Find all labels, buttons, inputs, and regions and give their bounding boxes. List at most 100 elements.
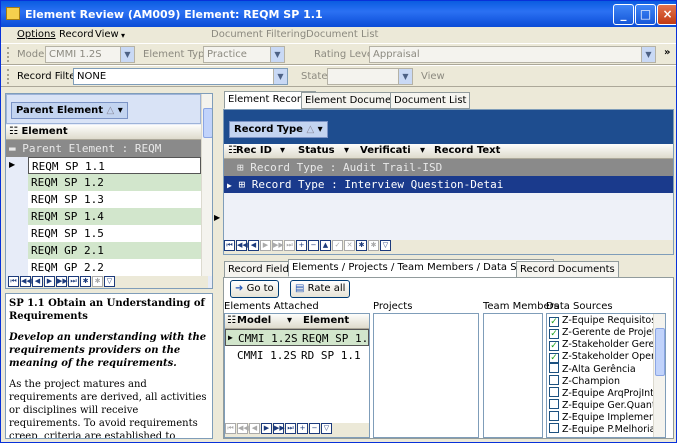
group-chip-record-type[interactable]: Record Type △ ▾ [229, 121, 328, 138]
add-icon[interactable]: + [297, 423, 308, 434]
view-label[interactable]: View [421, 71, 445, 82]
first-record-icon[interactable]: ⏮ [8, 276, 19, 287]
last-record-icon[interactable]: ⏭ [285, 423, 296, 434]
vertical-splitter[interactable]: ▶ [214, 93, 221, 439]
prev-page-icon[interactable]: ◀◀ [20, 276, 32, 287]
minimize-button[interactable]: _ [613, 4, 634, 25]
checkbox-icon[interactable] [549, 387, 559, 397]
tab-elements-projects[interactable]: Elements / Projects / Team Members / Dat… [288, 259, 554, 277]
edit-icon[interactable]: ▲ [320, 240, 331, 251]
filter-icon[interactable]: ▽ [380, 240, 391, 251]
element-row[interactable]: REQM SP 1.3 [28, 191, 201, 208]
element-type-select[interactable]: Practice ▼ [203, 46, 285, 63]
checkbox-checked-icon[interactable]: ✓ [549, 317, 559, 327]
asterisk-icon[interactable]: ✱ [368, 240, 379, 251]
left-grid-scrollbar[interactable] [201, 94, 212, 276]
tab-record-documents[interactable]: Record Documents [516, 261, 619, 278]
cancel-icon[interactable]: ✕ [344, 240, 355, 251]
checkbox-icon[interactable] [549, 399, 559, 409]
overflow-chevron-icon[interactable]: » [664, 47, 670, 58]
last-record-icon[interactable]: ⏭ [284, 240, 295, 251]
attached-row[interactable]: ▶ CMMI 1.2S REQM SP 1. [225, 329, 369, 346]
data-source-item[interactable]: ✓ Z-Stakeholder Gerenc [549, 339, 665, 351]
col-element[interactable]: Element [303, 315, 349, 326]
element-column-header[interactable]: ☷ Element [6, 125, 201, 140]
data-source-item[interactable]: Z-Equipe Ger.Quantita [549, 399, 665, 411]
prev-page-icon[interactable]: ◀◀ [236, 240, 248, 251]
prev-page-icon[interactable]: ◀◀ [237, 423, 249, 434]
next-page-icon[interactable]: ▶▶ [56, 276, 68, 287]
asterisk-icon[interactable]: ✱ [80, 276, 91, 287]
next-record-icon[interactable]: ▶ [261, 423, 272, 434]
next-page-icon[interactable]: ▶▶ [273, 423, 285, 434]
checkbox-icon[interactable] [549, 375, 559, 385]
col-verification[interactable]: Verificati [360, 145, 411, 156]
data-source-item[interactable]: ✓ Z-Equipe Requisitos [549, 315, 656, 327]
menu-view[interactable]: View [95, 29, 119, 40]
attached-row[interactable]: CMMI 1.2S RD SP 1.1 [225, 347, 369, 364]
document-list-menu[interactable]: Document List [306, 29, 378, 40]
prev-record-icon[interactable]: ◀ [249, 423, 260, 434]
prev-record-icon[interactable]: ◀ [32, 276, 43, 287]
record-group-row-selected[interactable]: ▶ ⊞ Record Type : Interview Question-Det… [224, 176, 673, 193]
element-row[interactable]: REQM SP 1.1 [28, 157, 201, 174]
checkbox-icon[interactable] [549, 411, 559, 421]
filter-icon[interactable]: ▽ [104, 276, 115, 287]
element-row[interactable]: REQM SP 1.4 [28, 208, 201, 225]
first-record-icon[interactable]: ⏮ [224, 240, 235, 251]
first-record-icon[interactable]: ⏮ [225, 423, 236, 434]
model-select[interactable]: CMMI 1.2S ▼ [45, 46, 135, 63]
tab-record-fields[interactable]: Record Fields [224, 261, 299, 278]
data-source-item[interactable]: Z-Equipe Implementac [549, 411, 665, 423]
goto-button[interactable]: ➜ Go to [230, 280, 279, 298]
data-source-item[interactable]: ✓ Z-Stakeholder Operac [549, 351, 665, 363]
col-status[interactable]: Status [298, 145, 335, 156]
record-filter-select[interactable]: NONE ▼ [73, 68, 288, 85]
scroll-thumb[interactable] [655, 328, 665, 376]
close-button[interactable]: × [657, 4, 676, 25]
rate-all-button[interactable]: ▤ Rate all [290, 280, 351, 298]
delete-icon[interactable]: − [308, 240, 319, 251]
next-record-icon[interactable]: ▶ [44, 276, 55, 287]
projects-list[interactable] [373, 313, 479, 438]
team-members-list[interactable] [483, 313, 543, 438]
delete-icon[interactable]: − [309, 423, 320, 434]
checkbox-checked-icon[interactable]: ✓ [549, 329, 559, 339]
menu-options[interactable]: Options [17, 29, 56, 40]
asterisk-icon[interactable]: ✱ [92, 276, 103, 287]
next-page-icon[interactable]: ▶▶ [272, 240, 284, 251]
rating-level-select[interactable]: Appraisal ▼ [369, 46, 656, 63]
element-row[interactable]: REQM SP 1.2 [28, 174, 201, 191]
element-row[interactable]: REQM GP 2.1 [28, 242, 201, 259]
record-group-row[interactable]: ⊞ Record Type : Audit Trail-ISD [224, 159, 673, 176]
col-model[interactable]: Model [237, 315, 271, 326]
scroll-thumb[interactable] [203, 108, 212, 138]
element-row[interactable]: REQM SP 1.5 [28, 225, 201, 242]
group-row-parent[interactable]: ▬ Parent Element : REQM [6, 140, 201, 157]
data-sources-scrollbar[interactable] [653, 314, 665, 437]
next-record-icon[interactable]: ▶ [260, 240, 271, 251]
tab-document-list[interactable]: Document List [390, 92, 471, 109]
checkbox-checked-icon[interactable]: ✓ [549, 341, 559, 351]
element-row[interactable]: REQM GP 2.2 [28, 259, 201, 276]
data-source-item[interactable]: Z-Equipe P.Melhoria [549, 423, 656, 435]
data-source-item[interactable]: ✓ Z-Gerente de Projeto [549, 327, 661, 339]
data-source-item[interactable]: Z-Champion [549, 375, 620, 387]
confirm-icon[interactable]: ✓ [332, 240, 343, 251]
asterisk-icon[interactable]: ✱ [356, 240, 367, 251]
menu-record[interactable]: Record [59, 29, 94, 40]
prev-record-icon[interactable]: ◀ [248, 240, 259, 251]
checkbox-icon[interactable] [549, 423, 559, 433]
filter-icon[interactable]: ▽ [321, 423, 332, 434]
maximize-button[interactable]: □ [635, 4, 656, 25]
last-record-icon[interactable]: ⏭ [68, 276, 79, 287]
state-select[interactable]: ▼ [327, 68, 413, 85]
col-record-text[interactable]: Record Text [434, 145, 500, 156]
document-filtering-menu[interactable]: Document Filtering [211, 29, 306, 40]
col-rec-id[interactable]: Rec ID [236, 145, 272, 156]
add-icon[interactable]: + [296, 240, 307, 251]
checkbox-icon[interactable] [549, 363, 559, 373]
group-chip-parent-element[interactable]: Parent Element △ ▾ [11, 102, 128, 119]
data-source-item[interactable]: Z-Alta Gerência [549, 363, 636, 375]
data-source-item[interactable]: Z-Equipe ArqProjInteg [549, 387, 665, 399]
